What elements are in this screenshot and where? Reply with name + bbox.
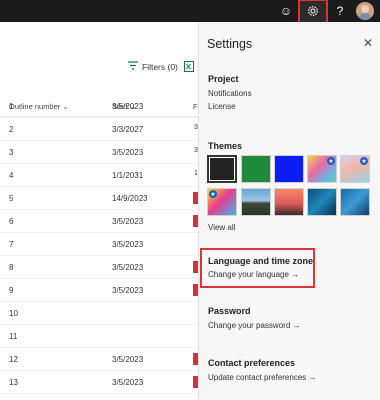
table-row[interactable]: 4 1/1/2031 1 [0,164,198,187]
themes-section-title: Themes [208,141,243,151]
table-row[interactable]: 6 3/5/2023 [0,210,198,233]
start-date-cell: 3/5/2023 [112,355,144,364]
language-highlight [200,248,315,288]
outline-number-cell: 1 [9,102,14,111]
outline-number-cell: 13 [9,378,18,387]
outline-number-cell: 2 [9,125,14,134]
premium-star-icon: ★ [360,157,368,165]
theme-road[interactable] [241,188,271,216]
task-grid: Filters (0) Outline number ⌄ Start ⌄ F 1… [0,22,198,400]
table-row[interactable]: 13 3/5/2023 [0,371,198,394]
start-date-cell: 3/3/2027 [112,125,144,134]
outline-number-cell: 10 [9,309,18,318]
table-row[interactable]: 11 [0,325,198,348]
theme-abstract[interactable]: ★ [307,155,337,183]
table-row[interactable]: 12 3/5/2023 [0,348,198,371]
theme-swirl[interactable]: ★ [340,155,370,183]
theme-dark[interactable] [207,155,237,183]
contact-section-title: Contact preferences [208,358,296,368]
feedback-smiley-icon[interactable]: ☺ [276,0,296,22]
view-all-themes-link[interactable]: View all [208,223,235,232]
outline-number-cell: 12 [9,355,18,364]
premium-star-icon: ★ [209,190,217,198]
theme-circuit[interactable] [307,188,337,216]
outline-number-cell: 8 [9,263,14,272]
filters-button[interactable]: Filters (0) [128,61,178,73]
panel-title: Settings [207,37,253,51]
settings-panel: Settings ✕ Project Notifications License… [198,22,380,400]
theme-green[interactable] [241,155,271,183]
table-row[interactable]: 5 14/9/2023 [0,187,198,210]
excel-icon[interactable] [184,61,194,72]
notifications-link[interactable]: Notifications [208,89,252,98]
table-row[interactable]: 2 3/3/2027 3 [0,118,198,141]
filters-label: Filters (0) [142,62,178,72]
top-bar: ☺ ? [0,0,380,28]
theme-floral[interactable]: ★ [207,188,237,216]
table-row[interactable]: 1 3/5/2023 [0,95,198,118]
outline-number-cell: 4 [9,171,14,180]
start-date-cell: 3/5/2023 [112,240,144,249]
table-row[interactable]: 8 3/5/2023 [0,256,198,279]
table-row[interactable]: 7 3/5/2023 [0,233,198,256]
theme-palms[interactable] [274,188,304,216]
gear-icon[interactable] [303,0,323,22]
table-row[interactable]: 10 [0,302,198,325]
theme-wave[interactable] [340,188,370,216]
start-date-cell: 3/5/2023 [112,378,144,387]
row-divider [0,393,198,394]
start-date-cell: 3/5/2023 [112,102,144,111]
outline-number-cell: 5 [9,194,14,203]
license-link[interactable]: License [208,102,236,111]
outline-number-cell: 6 [9,217,14,226]
table-row[interactable]: 9 3/5/2023 [0,279,198,302]
update-contact-link[interactable]: Update contact preferences → [208,373,317,382]
filter-icon [128,61,138,73]
password-section-title: Password [208,306,251,316]
start-date-cell: 14/9/2023 [112,194,148,203]
start-date-cell: 3/5/2023 [112,263,144,272]
start-date-cell: 3/5/2023 [112,148,144,157]
close-icon[interactable]: ✕ [363,36,373,50]
outline-number-cell: 3 [9,148,14,157]
outline-number-cell: 7 [9,240,14,249]
project-section-title: Project [208,74,239,84]
help-icon[interactable]: ? [330,0,350,22]
change-password-link[interactable]: Change your password → [208,321,301,330]
avatar[interactable] [356,2,374,20]
start-date-cell: 3/5/2023 [112,217,144,226]
premium-star-icon: ★ [327,157,335,165]
start-date-cell: 1/1/2031 [112,171,144,180]
outline-number-cell: 11 [9,332,18,341]
theme-blue[interactable] [274,155,304,183]
table-row[interactable]: 3 3/5/2023 3 [0,141,198,164]
start-date-cell: 3/5/2023 [112,286,144,295]
outline-number-cell: 9 [9,286,14,295]
